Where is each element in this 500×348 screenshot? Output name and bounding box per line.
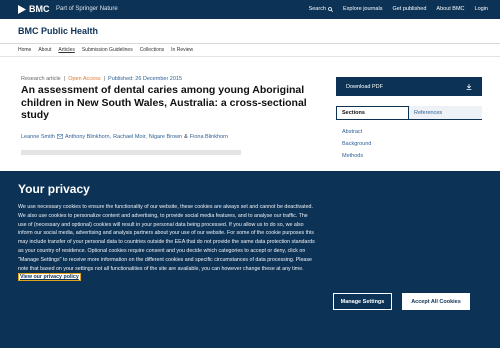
logo-text: BMC [29, 4, 50, 14]
login-link[interactable]: Login [475, 6, 488, 12]
privacy-policy-link[interactable]: View our privacy policy [18, 273, 81, 282]
top-nav: Search Explore journals Get published Ab… [309, 6, 488, 12]
email-icon[interactable] [56, 134, 63, 139]
published-date: Published: 26 December 2015 [108, 76, 183, 82]
sections-list: Abstract Background Methods [342, 126, 371, 162]
section-link-background[interactable]: Background [342, 138, 371, 150]
subnav-in-review[interactable]: In Review [171, 47, 193, 53]
cookie-consent-banner: Your privacy We use necessary cookies to… [0, 171, 500, 348]
privacy-text: We use necessary cookies to ensure the f… [18, 203, 315, 282]
author-link[interactable]: Anthony Blinkhorn, [65, 134, 111, 140]
subnav-collections[interactable]: Collections [140, 47, 164, 53]
subnav-articles[interactable]: Articles [58, 47, 74, 53]
author-separator: & [184, 134, 188, 140]
bmc-logo[interactable]: BMC [18, 4, 50, 14]
journal-subnav: Home About Articles Submission Guideline… [18, 47, 193, 53]
download-icon [466, 83, 472, 90]
citation-line [21, 150, 241, 155]
tab-sections[interactable]: Sections [336, 106, 409, 119]
section-link-abstract[interactable]: Abstract [342, 126, 371, 138]
about-bmc-link[interactable]: About BMC [436, 6, 464, 12]
privacy-title: Your privacy [18, 182, 90, 196]
search-icon [328, 6, 334, 12]
open-access-badge: Open Access [68, 76, 101, 82]
privacy-body: We use necessary cookies to ensure the f… [18, 204, 315, 272]
search-label: Search [308, 6, 327, 12]
journal-title[interactable]: BMC Public Health [18, 26, 98, 36]
article-meta: Research article | Open Access | Publish… [21, 76, 183, 82]
tab-references[interactable]: References [409, 106, 482, 119]
get-published-link[interactable]: Get published [392, 6, 426, 12]
bmc-logo-icon [18, 4, 26, 14]
author-list: Leanne Smith Anthony Blinkhorn, Rachael … [21, 134, 228, 140]
subnav-about[interactable]: About [38, 47, 51, 53]
search-link[interactable]: Search [308, 6, 334, 12]
explore-journals-link[interactable]: Explore journals [343, 6, 382, 12]
subnav-divider [0, 56, 500, 57]
manage-settings-button[interactable]: Manage Settings [333, 293, 392, 310]
accept-all-cookies-button[interactable]: Accept All Cookies [402, 293, 470, 310]
download-pdf-button[interactable]: Download PDF [336, 77, 482, 96]
sidebar-tabs: Sections References [336, 106, 482, 120]
article-title: An assessment of dental caries among you… [21, 84, 307, 121]
journal-bar: BMC Public Health [0, 19, 500, 44]
author-link[interactable]: Nigare Brown [149, 134, 182, 140]
article-type: Research article [21, 76, 61, 82]
author-link[interactable]: Leanne Smith [21, 134, 55, 140]
section-link-methods[interactable]: Methods [342, 150, 371, 162]
author-link[interactable]: Rachael Moir, [113, 134, 147, 140]
subnav-home[interactable]: Home [18, 47, 31, 53]
global-header: BMC Part of Springer Nature Search Explo… [0, 0, 500, 19]
author-link[interactable]: Fiona Blinkhorn [190, 134, 228, 140]
tagline: Part of Springer Nature [56, 6, 118, 12]
download-pdf-label: Download PDF [346, 83, 383, 90]
subnav-submission-guidelines[interactable]: Submission Guidelines [82, 47, 133, 53]
